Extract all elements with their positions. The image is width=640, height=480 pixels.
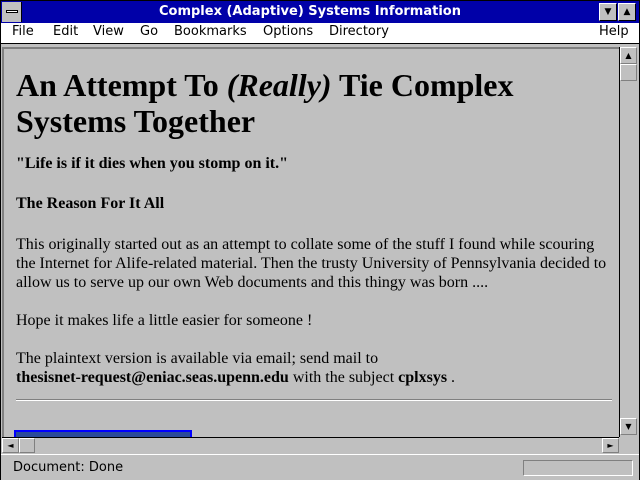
status-text: Document: Done: [13, 460, 124, 475]
document-body: An Attempt To (Really) Tie Complex Syste…: [16, 67, 614, 401]
document-view[interactable]: An Attempt To (Really) Tie Complex Syste…: [2, 47, 619, 437]
section-heading: The Reason For It All: [16, 195, 165, 212]
title-bar[interactable]: Complex (Adaptive) Systems Information ▼…: [1, 1, 639, 23]
paragraph-hope: Hope it makes life a little easier for s…: [16, 312, 313, 329]
vertical-scrollbar[interactable]: ▲ ▼: [619, 47, 638, 437]
scroll-up-icon[interactable]: ▲: [620, 47, 637, 64]
email-address: thesisnet-request@eniac.seas.upenn.edu: [16, 369, 289, 386]
scroll-right-icon[interactable]: ►: [602, 438, 619, 453]
horizontal-scrollbar[interactable]: ◄ ►: [2, 437, 619, 453]
progress-indicator: [523, 460, 633, 476]
browser-window: Complex (Adaptive) Systems Information ▼…: [0, 0, 640, 480]
horizontal-scroll-thumb[interactable]: [19, 438, 35, 453]
status-bar: Document: Done: [1, 454, 639, 480]
menu-directory[interactable]: Directory: [329, 24, 389, 39]
image-link[interactable]: [14, 430, 192, 437]
scrollbar-corner: [619, 437, 638, 453]
menu-view[interactable]: View: [93, 24, 124, 39]
menu-help[interactable]: Help: [599, 24, 629, 39]
maximize-icon[interactable]: ▲: [618, 3, 636, 21]
window-title: Complex (Adaptive) Systems Information: [158, 4, 461, 19]
menu-go[interactable]: Go: [140, 24, 158, 39]
quote: "Life is if it dies when you stomp on it…: [16, 155, 289, 172]
email-subject: cplxsys: [398, 369, 448, 386]
system-menu-icon[interactable]: [2, 2, 22, 22]
menu-edit[interactable]: Edit: [53, 24, 78, 39]
paragraph-intro: This originally started out as an attemp…: [16, 236, 607, 291]
scroll-left-icon[interactable]: ◄: [2, 438, 19, 453]
menu-bar: File Edit View Go Bookmarks Options Dire…: [1, 23, 639, 44]
minimize-icon[interactable]: ▼: [599, 3, 617, 21]
scroll-down-icon[interactable]: ▼: [620, 418, 637, 435]
vertical-scroll-thumb[interactable]: [620, 64, 637, 81]
menu-bookmarks[interactable]: Bookmarks: [174, 24, 247, 39]
paragraph-plaintext: The plaintext version is available via e…: [16, 350, 456, 386]
menu-options[interactable]: Options: [263, 24, 313, 39]
page-heading: An Attempt To (Really) Tie Complex Syste…: [16, 67, 514, 139]
horizontal-rule: [16, 399, 612, 401]
menu-file[interactable]: File: [12, 24, 34, 39]
